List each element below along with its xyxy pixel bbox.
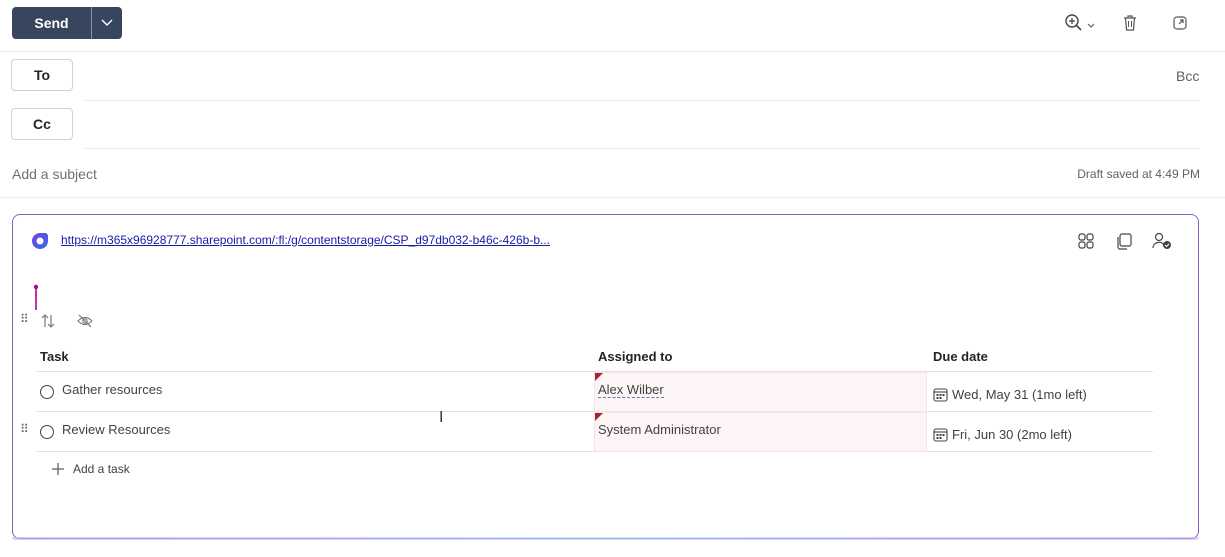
divider [84,100,1200,101]
send-button[interactable]: Send [12,7,91,39]
task-complete-checkbox[interactable] [40,425,54,439]
calendar-icon [933,427,948,442]
column-header-task[interactable]: Task [40,349,69,364]
send-button-group: Send [12,7,122,39]
row-drag-handle-icon[interactable]: ⠿ [20,422,29,436]
collaborator-cursor-icon [34,284,38,310]
flag-marker [595,413,603,421]
to-button[interactable]: To [11,59,73,91]
add-task-label: Add a task [73,462,130,476]
compose-toolbar: Send [0,0,1225,48]
task-title[interactable]: Review Resources [62,422,170,437]
zoom-in-icon [1065,14,1082,31]
task-title[interactable]: Gather resources [62,382,162,397]
assigned-cell[interactable]: System Administrator [594,412,927,452]
pop-out-icon [1173,16,1187,30]
table-header: Task Assigned to Due date [37,340,1153,372]
send-options-button[interactable] [91,7,122,39]
delete-icon [1124,15,1136,31]
sort-icon[interactable] [41,313,55,329]
hide-icon[interactable] [77,314,93,328]
workspace-button[interactable] [1076,231,1096,251]
loop-component-card: https://m365x96928777.sharepoint.com/:fl… [12,214,1199,539]
due-date: Fri, Jun 30 (2mo left) [952,426,1072,442]
delete-button[interactable] [1122,12,1138,34]
task-cell[interactable]: Gather resources [37,372,594,412]
chevron-down-icon [1087,23,1095,28]
copy-icon [1117,233,1132,250]
due-date: Wed, May 31 (1mo left) [952,386,1087,402]
assignee-name[interactable]: Alex Wilber [598,382,664,398]
assignee-name[interactable]: System Administrator [598,422,721,437]
share-button[interactable] [1152,231,1172,251]
toolbar-icons [1064,12,1188,34]
due-date-cell[interactable]: Fri, Jun 30 (2mo left) [927,412,1153,452]
column-header-assigned[interactable]: Assigned to [598,349,672,364]
share-icon [1152,232,1171,249]
copy-button[interactable] [1114,231,1134,251]
workspace-icon [1078,233,1094,249]
table-tools [41,313,93,329]
pop-out-button[interactable] [1172,12,1188,34]
card-actions [1076,231,1172,251]
chevron-down-icon [101,19,113,26]
plus-icon [52,463,64,475]
draft-status: Draft saved at 4:49 PM [1077,167,1200,181]
due-date-cell[interactable]: Wed, May 31 (1mo left) [927,372,1153,412]
task-cell[interactable]: Review Resources [37,412,594,452]
divider [84,148,1200,149]
table-row: Review Resources System Administrator Fr… [37,412,1153,452]
zoom-button[interactable] [1064,12,1096,34]
calendar-icon [933,387,948,402]
table-row: Gather resources Alex Wilber Wed, May 31… [37,372,1153,412]
divider [0,51,1225,52]
cc-button[interactable]: Cc [11,108,73,140]
add-task-button[interactable]: Add a task [51,462,130,476]
card-glow [12,537,1199,540]
loop-icon [32,233,48,249]
loop-link[interactable]: https://m365x96928777.sharepoint.com/:fl… [61,233,550,247]
drag-handle-icon[interactable]: ⠿ [20,312,29,326]
divider [0,197,1225,198]
bcc-button[interactable]: Bcc [1176,68,1199,84]
assigned-cell[interactable]: Alex Wilber [594,372,927,412]
column-header-due[interactable]: Due date [933,349,988,364]
subject-input[interactable]: Add a subject [12,166,97,182]
flag-marker [595,373,603,381]
text-cursor-icon: I [439,409,444,426]
task-complete-checkbox[interactable] [40,385,54,399]
